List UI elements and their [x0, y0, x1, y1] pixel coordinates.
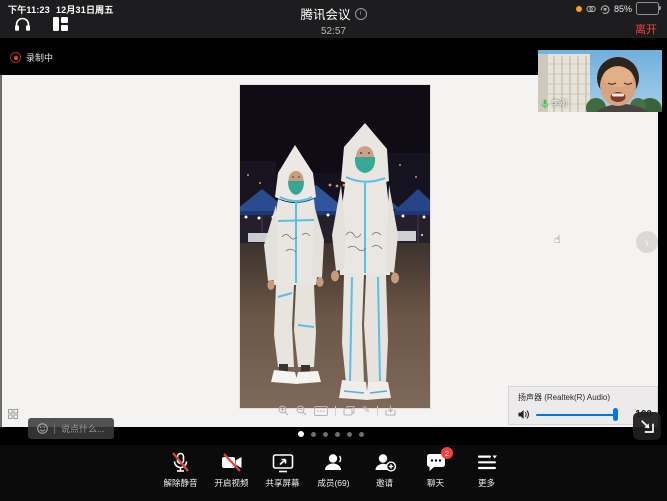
meeting-header-bar: 下午11:2312月31日周五 腾讯会议 i 52:57: [0, 0, 667, 38]
thumbnail-grid-button[interactable]: [8, 406, 18, 424]
recording-dot-icon: [10, 52, 21, 63]
rotate-icon[interactable]: [343, 405, 355, 416]
mic-active-icon: [541, 99, 549, 109]
chat-input-divider: [54, 423, 55, 434]
meeting-timer: 52:57: [0, 26, 667, 37]
tencent-meeting-window: 下午11:2312月31日周五 腾讯会议 i 52:57: [0, 0, 667, 501]
toolbar-label: 聊天: [427, 477, 444, 489]
page-dot[interactable]: [323, 432, 328, 437]
meeting-title-block: 腾讯会议 i 52:57: [0, 4, 667, 37]
camera-off-icon: [220, 451, 244, 474]
members-button[interactable]: 成员(69): [312, 451, 355, 489]
toolbar-label: 更多: [478, 477, 495, 489]
share-screen-button[interactable]: 共享屏幕: [261, 451, 304, 489]
image-viewer-toolbar: ✎: [278, 405, 396, 416]
edit-pencil-icon[interactable]: ✎: [362, 406, 370, 416]
more-button[interactable]: 更多: [465, 451, 508, 489]
quick-chat-input[interactable]: 说点什么...: [28, 418, 114, 439]
more-icon: [475, 451, 499, 474]
participant-video-thumbnail[interactable]: 李刚: [538, 50, 662, 112]
audio-device-label: 扬声器 (Realtek(R) Audio): [518, 392, 610, 403]
zoom-out-icon[interactable]: [296, 405, 307, 416]
unmute-button[interactable]: 解除静音: [159, 451, 202, 489]
toolbar-divider: [377, 406, 378, 416]
invite-button[interactable]: 邀请: [363, 451, 406, 489]
recording-indicator: 录制中: [10, 51, 53, 64]
volume-slider[interactable]: [536, 407, 633, 421]
invite-icon: [373, 451, 397, 474]
meeting-info-icon[interactable]: i: [355, 8, 367, 20]
volume-slider-thumb[interactable]: [613, 408, 618, 421]
toolbar-label: 成员(69): [317, 477, 349, 489]
members-icon: [322, 451, 346, 474]
chevron-right-icon: ›: [645, 235, 650, 249]
mouse-hand-cursor: ☝: [554, 233, 561, 246]
shared-screen-area: ✎ ☝ ›: [0, 75, 658, 427]
share-screen-icon: [271, 451, 295, 474]
toolbar-label: 开启视频: [214, 477, 248, 489]
toolbar-divider: [335, 406, 336, 416]
page-dot[interactable]: [335, 432, 340, 437]
chat-button[interactable]: 2 聊天: [414, 451, 457, 489]
battery-percent: 85%: [614, 4, 632, 14]
zoom-in-icon[interactable]: [278, 405, 289, 416]
system-status-icons: 85%: [576, 3, 659, 14]
toolbar-label: 共享屏幕: [265, 477, 299, 489]
grid-icon: [8, 409, 18, 419]
meeting-title: 腾讯会议: [300, 4, 350, 23]
participant-name: 李刚: [551, 98, 567, 109]
next-page-button[interactable]: ›: [636, 231, 658, 253]
participant-name-bar: 李刚: [541, 98, 567, 109]
chat-input-placeholder: 说点什么...: [61, 422, 105, 435]
battery-icon: [636, 2, 659, 15]
download-icon[interactable]: [385, 405, 396, 416]
mic-in-use-indicator: [576, 6, 582, 12]
recording-label: 录制中: [26, 51, 53, 64]
zoom-level-box-icon[interactable]: [314, 406, 328, 416]
page-dot[interactable]: [359, 432, 364, 437]
hotspot-icon: [586, 4, 596, 14]
page-dot-active[interactable]: [298, 431, 304, 437]
emoji-icon[interactable]: [37, 423, 48, 434]
shared-photo: [240, 85, 430, 408]
chat-unread-badge: 2: [441, 447, 453, 459]
speaker-icon[interactable]: [518, 409, 530, 420]
meeting-toolbar: 解除静音 开启视频 共享屏幕 成员(69): [0, 445, 667, 501]
mic-muted-icon: [169, 451, 192, 474]
page-dot[interactable]: [347, 432, 352, 437]
page-dot[interactable]: [311, 432, 316, 437]
toolbar-label: 邀请: [376, 477, 393, 489]
orientation-lock-icon: [600, 4, 610, 14]
leave-meeting-button[interactable]: 离开: [635, 21, 657, 37]
volume-slider-track: [536, 414, 615, 417]
start-video-button[interactable]: 开启视频: [210, 451, 253, 489]
toolbar-label: 解除静音: [163, 477, 197, 489]
